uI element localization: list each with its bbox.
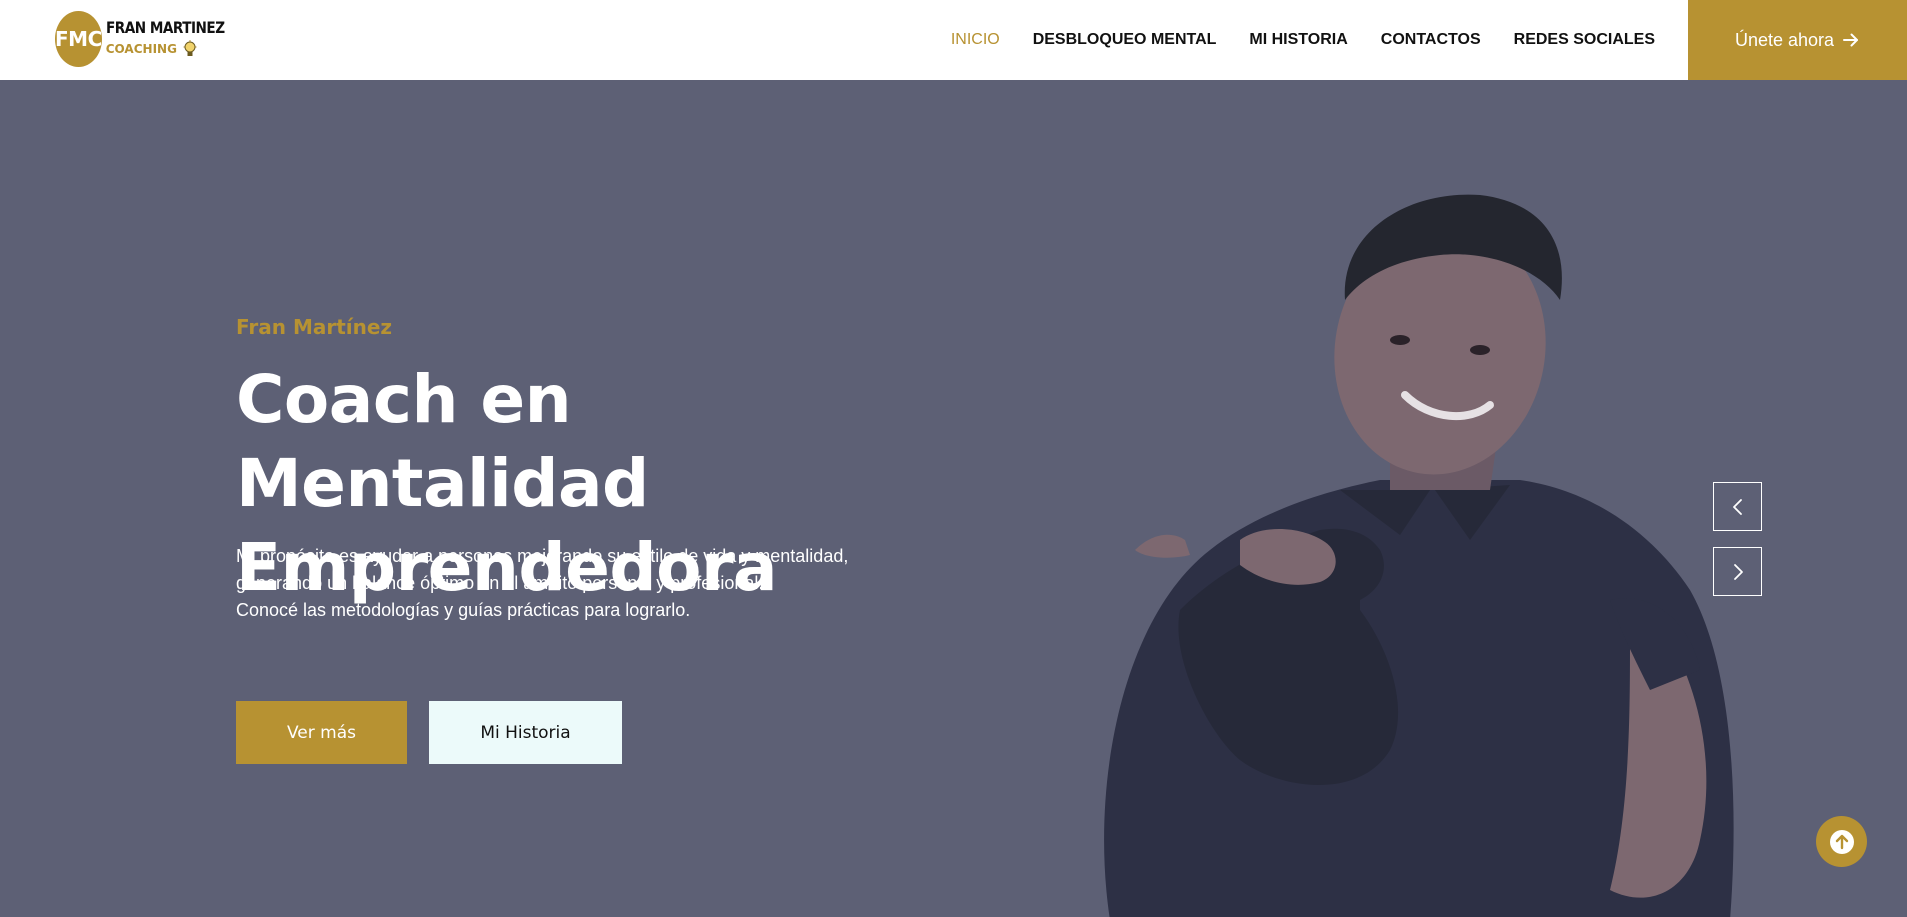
nav-item-contactos[interactable]: CONTACTOS: [1381, 31, 1481, 49]
main-nav: INICIO DESBLOQUEO MENTAL MI HISTORIA CON…: [951, 0, 1655, 80]
logo-badge: FMC: [55, 11, 102, 67]
hero-section: Fran Martínez Coach en Mentalidad Empren…: [0, 80, 1907, 917]
join-now-button[interactable]: Únete ahora: [1688, 0, 1907, 80]
hero-description-line: Mi propósito es ayudar a personas mejora…: [236, 546, 849, 566]
nav-item-mi-historia[interactable]: MI HISTORIA: [1249, 31, 1347, 49]
hero-portrait-image: [1104, 194, 1734, 917]
slider-next-button[interactable]: [1713, 547, 1762, 596]
site-logo[interactable]: FMC FRAN MARTINEZ COACHING: [55, 11, 235, 67]
nav-item-desbloqueo-mental[interactable]: DESBLOQUEO MENTAL: [1033, 31, 1217, 49]
hero-description-line: Conocé las metodologías y guías práctica…: [236, 600, 691, 620]
logo-name: FRAN MARTINEZ: [105, 18, 225, 37]
hero-description-line: generando un balance óptimo en el ámbito…: [236, 573, 764, 593]
hero-description: Mi propósito es ayudar a personas mejora…: [236, 543, 916, 624]
join-now-label: Únete ahora: [1734, 29, 1835, 50]
slider-prev-button[interactable]: [1713, 482, 1762, 531]
nav-item-inicio[interactable]: INICIO: [951, 31, 1000, 49]
site-header: FMC FRAN MARTINEZ COACHING INICIO DESBLO…: [0, 0, 1907, 80]
lightbulb-icon: [183, 40, 197, 56]
scroll-to-top-button[interactable]: [1816, 816, 1867, 867]
arrow-up-circle-icon: [1829, 829, 1854, 854]
logo-wordmark: FRAN MARTINEZ COACHING: [106, 20, 246, 58]
logo-subtitle-text: COACHING: [105, 42, 177, 56]
nav-item-redes-sociales[interactable]: REDES SOCIALES: [1514, 31, 1655, 49]
chevron-right-icon: [1733, 563, 1743, 580]
logo-subtitle: COACHING: [106, 40, 246, 58]
ver-mas-button[interactable]: Ver más: [236, 701, 407, 764]
arrow-right-icon: [1843, 33, 1859, 47]
chevron-left-icon: [1732, 498, 1742, 515]
hero-eyebrow: Fran Martínez: [236, 315, 393, 339]
mi-historia-button[interactable]: Mi Historia: [429, 701, 622, 764]
